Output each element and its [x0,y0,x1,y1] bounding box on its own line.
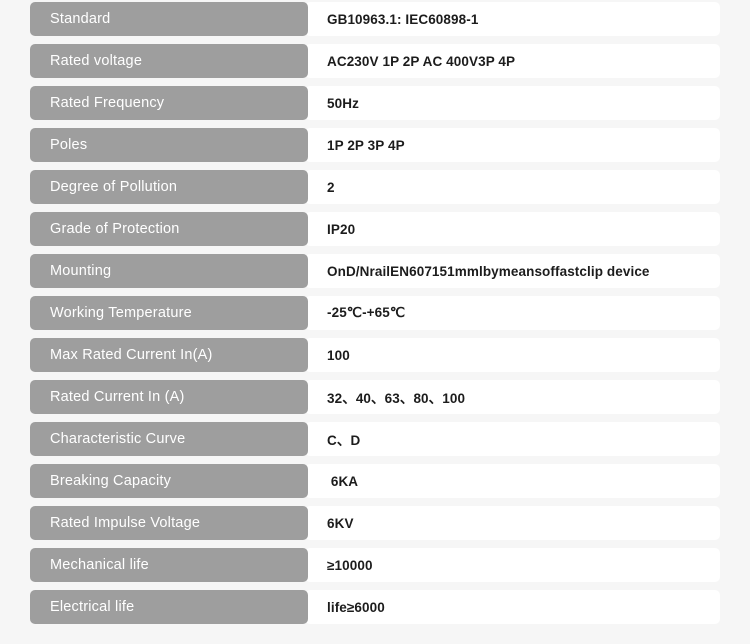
spec-label: Characteristic Curve [30,422,308,456]
spec-value: 6KV [305,506,720,540]
table-row: IP20 Grade of Protection [0,212,750,246]
spec-label: Rated Impulse Voltage [30,506,308,540]
spec-label: Mounting [30,254,308,288]
table-row: 32、40、63、80、100 Rated Current In (A) [0,380,750,414]
spec-label: Rated Current In (A) [30,380,308,414]
spec-value: life≥6000 [305,590,720,624]
spec-value: -25℃-+65℃ [305,296,720,330]
table-row: 1P 2P 3P 4P Poles [0,128,750,162]
spec-label: Standard [30,2,308,36]
table-row: ≥10000 Mechanical life [0,548,750,582]
table-row: OnD/NrailEN607151mmlbymeansoffastclip de… [0,254,750,288]
spec-value: 50Hz [305,86,720,120]
table-row: 6KV Rated Impulse Voltage [0,506,750,540]
spec-value: 6KA [305,464,720,498]
table-row: 6KA Breaking Capacity [0,464,750,498]
spec-label: Breaking Capacity [30,464,308,498]
spec-label: Degree of Pollution [30,170,308,204]
specification-table: GB10963.1: IEC60898-1 Standard AC230V 1P 2… [0,0,750,624]
spec-value: GB10963.1: IEC60898-1 [305,2,720,36]
spec-value: 32、40、63、80、100 [305,380,720,414]
table-row: AC230V 1P 2P AC 400V3P 4P Rated voltage [0,44,750,78]
spec-label: Rated voltage [30,44,308,78]
table-row: 50Hz Rated Frequency [0,86,750,120]
spec-value: C、D [305,422,720,456]
spec-label: Working Temperature [30,296,308,330]
spec-label: Mechanical life [30,548,308,582]
spec-label: Poles [30,128,308,162]
spec-value: ≥10000 [305,548,720,582]
spec-label: Rated Frequency [30,86,308,120]
spec-label: Electrical life [30,590,308,624]
spec-value: 1P 2P 3P 4P [305,128,720,162]
spec-label: Max Rated Current In(A) [30,338,308,372]
table-row: 100 Max Rated Current In(A) [0,338,750,372]
spec-value: OnD/NrailEN607151mmlbymeansoffastclip de… [305,254,720,288]
table-row: life≥6000 Electrical life [0,590,750,624]
spec-value: AC230V 1P 2P AC 400V3P 4P [305,44,720,78]
table-row: -25℃-+65℃ Working Temperature [0,296,750,330]
spec-value: IP20 [305,212,720,246]
spec-label: Grade of Protection [30,212,308,246]
table-row: GB10963.1: IEC60898-1 Standard [0,2,750,36]
table-row: 2 Degree of Pollution [0,170,750,204]
spec-value: 100 [305,338,720,372]
spec-value: 2 [305,170,720,204]
table-row: C、D Characteristic Curve [0,422,750,456]
